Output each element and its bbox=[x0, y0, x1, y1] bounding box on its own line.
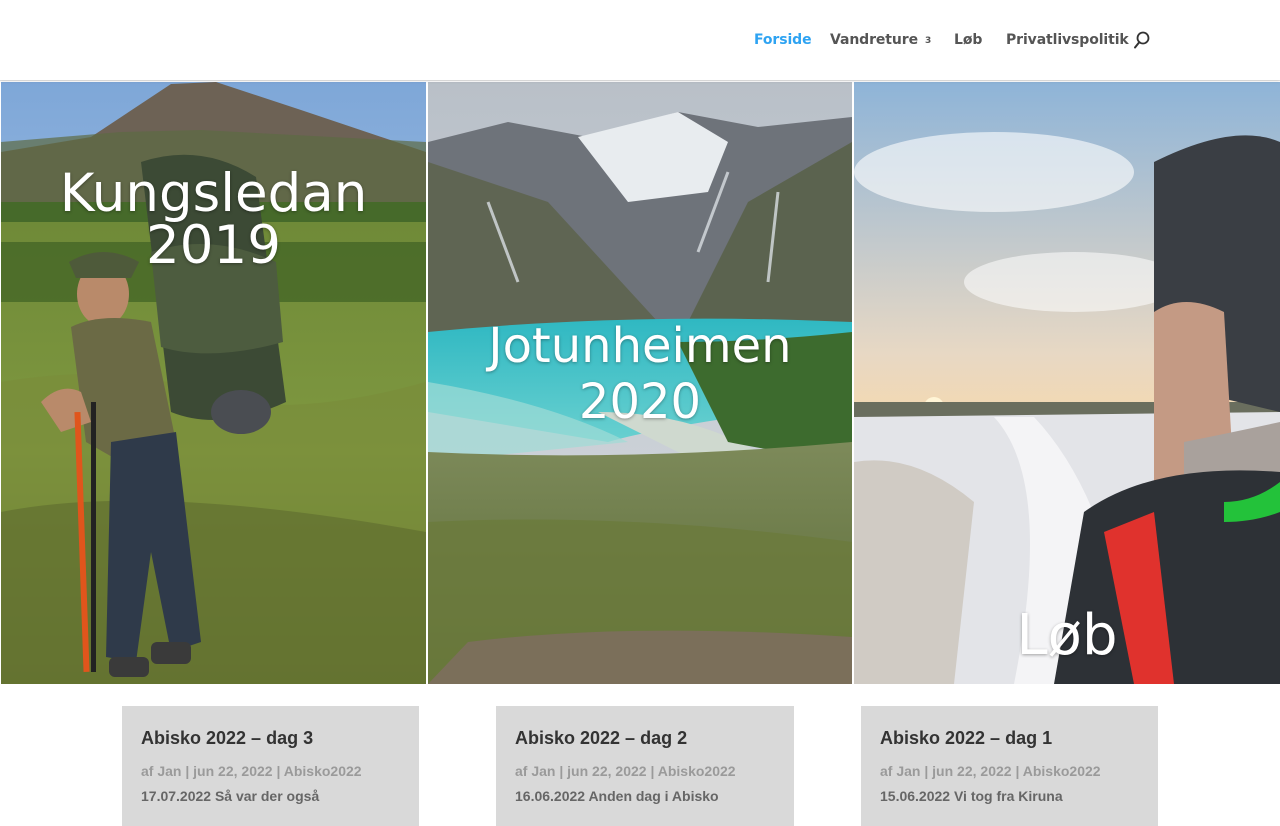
post-title: Abisko 2022 – dag 3 bbox=[141, 726, 400, 750]
tile-lob[interactable]: Løb bbox=[854, 82, 1280, 684]
nav-item-privatlivspolitik[interactable]: Privatlivspolitik bbox=[1006, 30, 1129, 50]
post-title-link[interactable]: Abisko 2022 – dag 1 bbox=[880, 728, 1052, 748]
post-date: jun 22, 2022 bbox=[567, 763, 647, 779]
post-excerpt: 17.07.2022 Så var der også bbox=[141, 788, 320, 804]
post-author-link[interactable]: Jan bbox=[896, 763, 920, 779]
blog-post-card: Abisko 2022 – dag 1 af Jan | jun 22, 202… bbox=[861, 706, 1158, 826]
search-icon bbox=[1134, 31, 1150, 49]
post-date: jun 22, 2022 bbox=[193, 763, 273, 779]
post-title: Abisko 2022 – dag 1 bbox=[880, 726, 1139, 750]
chevron-down-icon: 3 bbox=[924, 36, 932, 46]
post-excerpt: 16.06.2022 Anden dag i Abisko bbox=[515, 788, 719, 804]
hero-tiles: Kungsledan 2019 Jotunheimen 2020 Løb bbox=[0, 82, 1280, 684]
tile-title-jotunheimen: Jotunheimen 2020 bbox=[488, 318, 792, 430]
tile-kungsledan[interactable]: Kungsledan 2019 bbox=[1, 82, 426, 684]
tile-title-kungsledan: Kungsledan 2019 bbox=[59, 163, 368, 276]
post-meta: af Jan | jun 22, 2022 | Abisko2022 bbox=[141, 763, 362, 779]
nav-item-forside[interactable]: Forside bbox=[754, 30, 812, 50]
post-category-link[interactable]: Abisko2022 bbox=[1023, 763, 1101, 779]
nav-item-vandreture-label: Vandreture bbox=[830, 32, 918, 48]
post-title: Abisko 2022 – dag 2 bbox=[515, 726, 775, 750]
post-meta-prefix: af bbox=[515, 763, 528, 779]
search-button[interactable] bbox=[1132, 30, 1154, 52]
post-category-link[interactable]: Abisko2022 bbox=[658, 763, 736, 779]
post-excerpt: 15.06.2022 Vi tog fra Kiruna bbox=[880, 788, 1063, 804]
tile-jotunheimen[interactable]: Jotunheimen 2020 bbox=[428, 82, 852, 684]
post-date: jun 22, 2022 bbox=[932, 763, 1012, 779]
tile-title-lob: Løb bbox=[1016, 603, 1118, 668]
post-author-link[interactable]: Jan bbox=[531, 763, 555, 779]
post-title-link[interactable]: Abisko 2022 – dag 3 bbox=[141, 728, 313, 748]
nav-item-lob[interactable]: Løb bbox=[954, 30, 982, 50]
post-meta-prefix: af bbox=[141, 763, 154, 779]
blog-post-card: Abisko 2022 – dag 2 af Jan | jun 22, 202… bbox=[496, 706, 794, 826]
nav-item-vandreture[interactable]: Vandreture 3 bbox=[830, 30, 931, 52]
post-meta-prefix: af bbox=[880, 763, 893, 779]
post-category-link[interactable]: Abisko2022 bbox=[284, 763, 362, 779]
post-author-link[interactable]: Jan bbox=[157, 763, 181, 779]
site-header: Forside Vandreture 3 Løb Privatlivspoliti… bbox=[0, 0, 1280, 80]
blog-post-card: Abisko 2022 – dag 3 af Jan | jun 22, 202… bbox=[122, 706, 419, 826]
post-title-link[interactable]: Abisko 2022 – dag 2 bbox=[515, 728, 687, 748]
runner-selfie-photo bbox=[854, 82, 1280, 684]
post-meta: af Jan | jun 22, 2022 | Abisko2022 bbox=[515, 763, 736, 779]
post-meta: af Jan | jun 22, 2022 | Abisko2022 bbox=[880, 763, 1101, 779]
